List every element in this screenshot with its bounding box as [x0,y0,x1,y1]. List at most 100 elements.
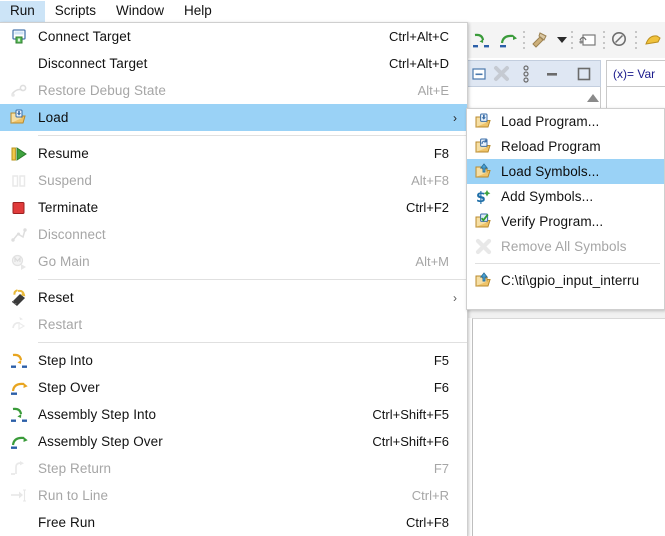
go-main-icon [0,248,38,275]
assembly-step-into-icon[interactable] [468,27,493,53]
menu-item-free-run[interactable]: Free Run Ctrl+F8 [0,509,467,536]
menubar-item-label: Help [184,2,212,18]
menu-item-label: C:\ti\gpio_input_interru [501,273,640,288]
menu-item-label: Terminate [38,200,99,215]
menu-item-assembly-step-over[interactable]: Assembly Step Over Ctrl+Shift+F6 [0,428,467,455]
menu-item-label: Assembly Step Into [38,407,157,422]
menu-item-label: Step Over [38,380,100,395]
assembly-step-over-icon [0,428,38,455]
menu-item-load-symbols[interactable]: Load Symbols... [467,159,664,184]
panel-divider [466,310,665,318]
build-hammer-icon[interactable] [527,27,552,53]
menu-item-label: Restart [38,317,83,332]
suspend-icon [0,167,38,194]
menu-item-shortcut: F5 [433,353,449,368]
menu-item-c-ti-gpio-input-interru[interactable]: C:\ti\gpio_input_interru [467,268,664,293]
menu-item-connect-target[interactable]: Connect Target Ctrl+Alt+C [0,23,467,50]
scroll-up-arrow-icon[interactable] [586,92,600,104]
minimize-icon[interactable] [471,66,487,82]
menubar-item-window[interactable]: Window [106,1,174,22]
reset-chip-icon [0,284,38,311]
assembly-step-into-icon [0,401,38,428]
menu-item-shortcut: F7 [433,461,449,476]
menu-item-step-into[interactable]: Step Into F5 [0,347,467,374]
load-submenu: Load Program... Reload Program Load Symbol… [466,108,665,310]
disconnect-icon [0,221,38,248]
menu-item-shortcut: Ctrl+Shift+F5 [372,407,449,422]
menu-item-label: Add Symbols... [501,189,594,204]
load-symbols-icon [467,268,501,293]
connect-target-icon[interactable] [640,27,665,53]
restart-icon [0,311,38,338]
step-return-icon [0,455,38,482]
menu-item-label: Restore Debug State [38,83,166,98]
view-menu-icon[interactable] [522,64,530,83]
menu-item-disconnect-target[interactable]: Disconnect Target Ctrl+Alt+D [0,50,467,77]
toolbar-separator-4 [635,31,638,49]
step-over-icon [0,374,38,401]
menu-item-terminate[interactable]: Terminate Ctrl+F2 [0,194,467,221]
menubar-item-run[interactable]: Run [0,0,45,22]
menu-item-label: Verify Program... [501,214,604,229]
run-to-line-icon [0,482,38,509]
app-window: Run Scripts Window Help (x)= Var Connect… [0,0,665,536]
debug-toolbar [466,22,665,58]
menu-item-shortcut: Ctrl+F8 [406,515,449,530]
submenu-chevron-right-icon: › [453,290,457,305]
toolbar-separator-3 [603,31,606,49]
menu-item-restart: Restart [0,311,467,338]
search-icon[interactable] [608,27,633,53]
menu-item-run-to-line: Run to Line Ctrl+R [0,482,467,509]
reload-program-icon [467,134,501,159]
menu-item-disconnect: Disconnect [0,221,467,248]
menubar-item-help[interactable]: Help [174,1,222,22]
menu-item-shortcut: F6 [433,380,449,395]
menu-item-label: Free Run [38,515,96,530]
menu-bar: Run Scripts Window Help [0,0,665,22]
menu-item-label: Run to Line [38,488,109,503]
menu-item-add-symbols[interactable]: $ Add Symbols... [467,184,664,209]
menubar-item-scripts[interactable]: Scripts [45,1,106,22]
menu-item-label: Load Program... [501,114,600,129]
disconnect-icon [493,65,510,82]
menu-item-shortcut: F8 [433,146,449,161]
menu-item-label: Suspend [38,173,92,188]
menu-item-label: Reset [38,290,74,305]
load-symbols-icon [467,159,501,184]
variables-view-tab[interactable]: (x)= Var [606,60,665,87]
menu-item-label: Reload Program [501,139,601,154]
menu-item-label: Step Into [38,353,93,368]
menu-item-reset[interactable]: Reset › [0,284,467,311]
menu-item-suspend: Suspend Alt+F8 [0,167,467,194]
menubar-item-label: Window [116,2,165,18]
menu-item-verify-program[interactable]: Verify Program... [467,209,664,234]
menu-item-reload-program[interactable]: Reload Program [467,134,664,159]
debug-launch-icon[interactable] [575,27,600,53]
menubar-item-label: Run [10,2,35,18]
no-icon-placeholder [0,50,38,77]
menu-item-shortcut: Ctrl+F2 [406,200,449,215]
terminate-icon [0,194,38,221]
menu-item-load-program[interactable]: Load Program... [467,109,664,134]
restore-debug-state-icon [0,77,38,104]
menu-item-restore-debug-state: Restore Debug State Alt+E [0,77,467,104]
menu-item-shortcut: Ctrl+Alt+D [389,56,449,71]
menu-item-label: Assembly Step Over [38,434,163,449]
no-icon-placeholder [0,509,38,536]
menu-separator [38,135,467,136]
menu-separator [38,279,467,280]
menu-item-step-over[interactable]: Step Over F6 [0,374,467,401]
menu-item-load[interactable]: Load › [0,104,467,131]
minimize-window-icon[interactable] [544,66,560,82]
menu-item-shortcut: Alt+E [417,83,449,98]
menu-item-resume[interactable]: Resume F8 [0,140,467,167]
maximize-window-icon[interactable] [576,66,592,82]
menu-item-shortcut: Ctrl+R [411,488,449,503]
build-dropdown-arrow-icon[interactable] [555,27,569,53]
assembly-step-over-icon[interactable] [495,27,520,53]
console-panel [472,318,665,536]
menu-item-label: Go Main [38,254,90,269]
toolbar-separator-2 [570,31,573,49]
step-into-icon [0,347,38,374]
menu-item-assembly-step-into[interactable]: Assembly Step Into Ctrl+Shift+F5 [0,401,467,428]
